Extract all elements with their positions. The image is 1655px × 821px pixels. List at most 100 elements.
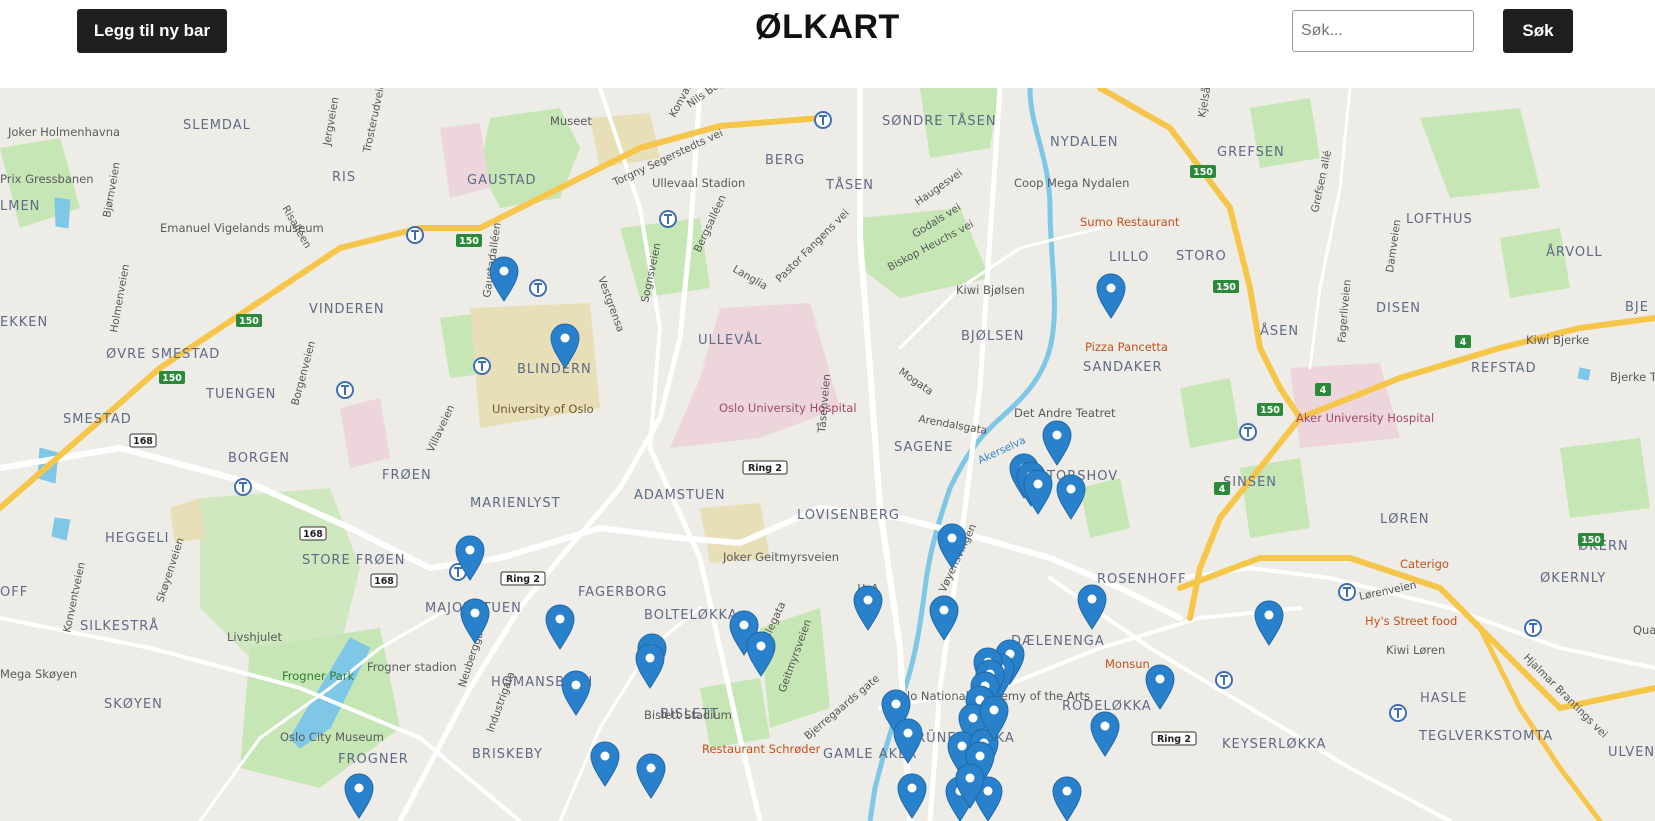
district-label: STORE FRØEN	[302, 553, 406, 568]
svg-text:4: 4	[1460, 337, 1467, 348]
bar-marker[interactable]	[929, 595, 959, 641]
svg-text:150: 150	[1581, 535, 1601, 546]
bar-marker[interactable]	[590, 741, 620, 787]
district-label: OFF	[0, 585, 28, 600]
route-shield-168: 168	[129, 433, 157, 448]
bar-marker[interactable]	[1056, 474, 1086, 520]
route-shield-4: 4	[1315, 383, 1331, 396]
district-label: ÅSEN	[1260, 323, 1299, 339]
route-shield-150: 150	[1190, 165, 1216, 178]
bar-marker[interactable]	[545, 604, 575, 650]
svg-text:150: 150	[1193, 167, 1213, 178]
road-label: Jergveien	[321, 96, 342, 147]
route-shield-ring2: Ring 2	[1151, 731, 1197, 746]
district-label: TEGLVERKSTOMTA	[1418, 729, 1553, 744]
road-label: Holmenveien	[108, 263, 132, 333]
road-label: Kjelsåsveien	[1195, 88, 1219, 119]
district-label: FROGNER	[338, 752, 409, 767]
road-label: Vestgrensa	[595, 275, 626, 334]
poi-label: Bjerke T	[1610, 370, 1655, 384]
district-label: FAGERBORG	[578, 585, 667, 600]
district-label: DÆLENENGA	[1011, 634, 1105, 649]
district-label: LØREN	[1380, 512, 1429, 527]
bar-marker[interactable]	[561, 670, 591, 716]
district-label: SILKESTRÅ	[80, 618, 159, 634]
poi-label: Kiwi Bjerke	[1526, 333, 1589, 347]
road-label: Mogata	[896, 366, 935, 398]
bar-marker[interactable]	[1096, 273, 1126, 319]
district-label: SLEMDAL	[183, 118, 251, 133]
poi-label: Mega Skøyen	[0, 667, 77, 681]
district-label: BJE	[1625, 300, 1649, 315]
search-button[interactable]: Søk	[1503, 9, 1573, 53]
district-label: STORO	[1176, 249, 1227, 264]
svg-text:4: 4	[1219, 484, 1226, 495]
poi-label: Restaurant Schrøder	[702, 742, 821, 756]
poi-label: Monsun	[1105, 657, 1150, 671]
district-label: SMESTAD	[63, 412, 132, 427]
svg-text:150: 150	[1260, 405, 1280, 416]
svg-text:150: 150	[162, 373, 182, 384]
poi-label: Kiwi Løren	[1386, 643, 1445, 657]
district-label: ROSENHOFF	[1097, 572, 1186, 587]
district-label: GREFSEN	[1217, 145, 1285, 160]
bar-marker[interactable]	[1090, 711, 1120, 757]
poi-label: Det Andre Teatret	[1014, 406, 1116, 420]
bar-marker[interactable]	[853, 585, 883, 631]
bar-marker[interactable]	[489, 256, 519, 302]
svg-text:Ring 2: Ring 2	[748, 463, 782, 474]
map-view[interactable]: SLEMDAL RIS GAUSTAD BERG SØNDRE TÅSEN TÅ…	[0, 88, 1655, 821]
bar-marker[interactable]	[1077, 584, 1107, 630]
district-label: ØKERNLY	[1540, 571, 1606, 586]
route-shield-ring2: Ring 2	[742, 460, 788, 475]
bar-marker[interactable]	[897, 773, 927, 819]
route-shield-4: 4	[1455, 335, 1471, 348]
district-label: HEGGELI	[105, 531, 169, 546]
district-label: BJØLSEN	[961, 329, 1024, 344]
district-label: ADAMSTUEN	[634, 488, 725, 503]
district-label: LMEN	[0, 199, 40, 214]
road-label: Trosterudveien	[361, 88, 389, 155]
svg-text:Ring 2: Ring 2	[1157, 734, 1191, 745]
poi-label: Bislett Stadium	[644, 708, 732, 722]
svg-text:168: 168	[133, 436, 153, 447]
bar-marker[interactable]	[1052, 776, 1082, 821]
park-areas	[0, 88, 1650, 788]
svg-text:168: 168	[303, 529, 323, 540]
poi-label: Hy's Street food	[1365, 614, 1457, 628]
district-labels: SLEMDAL RIS GAUSTAD BERG SØNDRE TÅSEN TÅ…	[0, 113, 1655, 767]
road-label: Langlia	[731, 263, 770, 292]
district-label: SINSEN	[1223, 475, 1277, 490]
district-label: ULVEN	[1608, 745, 1655, 760]
district-label: DISEN	[1376, 301, 1421, 316]
bar-marker[interactable]	[635, 643, 665, 689]
bar-marker[interactable]	[636, 753, 666, 799]
svg-text:150: 150	[239, 316, 259, 327]
road-label: Borgenveien	[289, 340, 318, 407]
district-label: EKKEN	[0, 315, 48, 330]
svg-text:Ring 2: Ring 2	[506, 574, 540, 585]
bar-marker[interactable]	[1254, 600, 1284, 646]
route-shield-150: 150	[456, 234, 482, 247]
route-shield-150: 150	[159, 371, 185, 384]
district-label: BLINDERN	[517, 362, 592, 377]
search-input[interactable]	[1292, 10, 1474, 52]
poi-label: Pizza Pancetta	[1085, 340, 1168, 354]
bar-marker[interactable]	[1042, 420, 1072, 466]
poi-label: Joker Geitmyrsveien	[722, 550, 839, 564]
poi-label: Sumo Restaurant	[1080, 215, 1180, 229]
district-label: MARIENLYST	[470, 496, 561, 511]
district-label: TUENGEN	[205, 387, 276, 402]
road-label: Pastor Fangens vei	[774, 207, 852, 285]
district-label: LOFTHUS	[1406, 212, 1473, 227]
district-label: HASLE	[1420, 691, 1467, 706]
district-label: SKØYEN	[104, 697, 163, 712]
bar-marker[interactable]	[344, 773, 374, 819]
bar-marker[interactable]	[1023, 469, 1053, 515]
route-shield-4: 4	[1214, 482, 1230, 495]
poi-label: Kiwi Bjølsen	[956, 283, 1025, 297]
svg-text:150: 150	[1216, 282, 1236, 293]
district-label: KEYSERLØKKA	[1222, 737, 1326, 752]
poi-labels: Joker Holmenhavna Prix Gressbanen Museet…	[0, 114, 1655, 756]
district-label: RIS	[332, 170, 356, 185]
